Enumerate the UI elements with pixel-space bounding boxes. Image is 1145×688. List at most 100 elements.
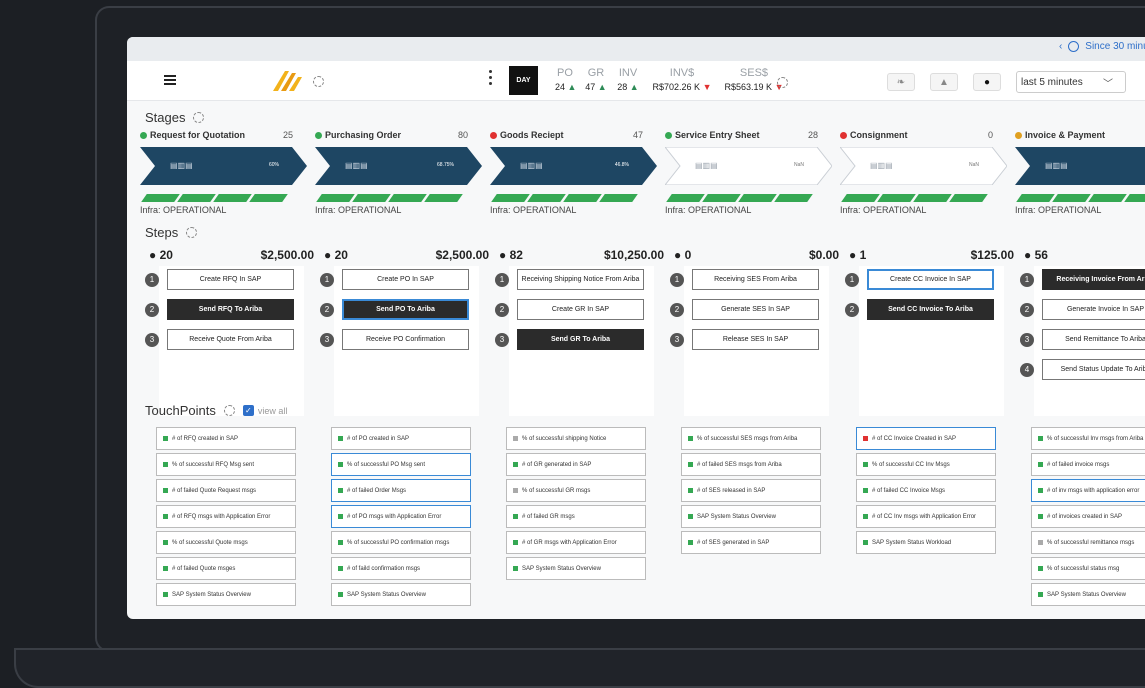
touchpoint-item[interactable]: # of inv msgs with application error (1031, 479, 1145, 502)
touchpoint-item[interactable]: # of PO created in SAP (331, 427, 471, 450)
status-square (688, 462, 693, 467)
kpi-settings-gear-icon[interactable] (777, 77, 788, 88)
step-button[interactable]: Send Status Update To Ariba (1042, 359, 1145, 380)
leaf-filter-button[interactable]: ❧ (887, 73, 915, 91)
status-square (338, 592, 343, 597)
stage-card[interactable]: Consignment 0 ▤▥▤ NaN Infra: OPERATIONAL (840, 130, 1007, 215)
touchpoint-item[interactable]: # of failed Order Msgs (331, 479, 471, 502)
steps-column: ● 20 $2,500.00 1 Create PO In SAP 2 Send PO T… (320, 248, 489, 416)
step-button[interactable]: Create RFQ In SAP (167, 269, 294, 290)
touchpoint-item[interactable]: SAP System Status Overview (681, 505, 821, 528)
touchpoint-item[interactable]: # of PO msgs with Application Error (331, 505, 471, 528)
step-button[interactable]: Receive PO Confirmation (342, 329, 469, 350)
touchpoint-item[interactable]: # of failed GR msgs (506, 505, 646, 528)
trend-up-icon: ▲ (567, 82, 577, 92)
touchpoint-item[interactable]: % of successful GR msgs (506, 479, 646, 502)
drop-icon: ● (149, 248, 157, 262)
touchpoint-item[interactable]: # of GR generated in SAP (506, 453, 646, 476)
step-button[interactable]: Receiving SES From Ariba (692, 269, 819, 290)
touchpoint-item[interactable]: SAP System Status Overview (331, 583, 471, 606)
step-number: 1 (495, 272, 509, 287)
step-button[interactable]: Create PO In SAP (342, 269, 469, 290)
touchpoint-item[interactable]: # of SES released in SAP (681, 479, 821, 502)
touchpoint-item[interactable]: # of SES generated in SAP (681, 531, 821, 554)
touchpoint-item[interactable]: % of successful PO Msg sent (331, 453, 471, 476)
touchpoint-item[interactable]: % of successful PO confirmation msgs (331, 531, 471, 554)
day-toggle-button[interactable]: DAY (509, 66, 538, 95)
touchpoint-item[interactable]: % of successful SES msgs from Ariba (681, 427, 821, 450)
step-button[interactable]: Receive Quote From Ariba (167, 329, 294, 350)
steps-column: ● 20 $2,500.00 1 Create RFQ In SAP 2 Send RFQ… (145, 248, 314, 416)
stage-chevron[interactable]: ▤▥▤ 68.75% (315, 147, 482, 185)
status-square (513, 436, 518, 441)
status-square (163, 540, 168, 545)
view-all-checkbox[interactable]: ✓ view all (242, 405, 287, 416)
touchpoint-item[interactable]: % of successful Inv msgs from Ariba (1031, 427, 1145, 450)
step-button[interactable]: Send RFQ To Ariba (167, 299, 294, 320)
touchpoint-item[interactable]: SAP System Status Workload (856, 531, 996, 554)
checkmark-icon: ✓ (242, 405, 254, 416)
hamburger-icon[interactable] (164, 75, 176, 85)
touchpoint-item[interactable]: % of successful CC Inv Msgs (856, 453, 996, 476)
steps-settings-gear-icon[interactable] (186, 227, 198, 238)
touchpoint-item[interactable]: # of CC Invoice Created in SAP (856, 427, 996, 450)
stage-chevron[interactable]: ▤▥▤ NaN (840, 147, 1007, 185)
touchpoint-item[interactable]: SAP System Status Overview (506, 557, 646, 580)
touchpoints-column: # of PO created in SAP % of successful PO… (331, 427, 471, 609)
drop-filter-button[interactable]: ● (973, 73, 1001, 91)
step-button[interactable]: Generate SES In SAP (692, 299, 819, 320)
logo-settings-gear-icon[interactable] (313, 76, 324, 87)
step-button[interactable]: Create GR In SAP (517, 299, 644, 320)
stage-chevron[interactable]: ▤▥▤ (1015, 147, 1145, 185)
touchpoint-item[interactable]: # of failed CC Invoice Msgs (856, 479, 996, 502)
stage-chevron[interactable]: ▤▥▤ NaN (665, 147, 832, 185)
touchpoint-item[interactable]: % of successful remittance msgs (1031, 531, 1145, 554)
touchpoint-item[interactable]: % of successful status msg (1031, 557, 1145, 580)
touchpoint-item[interactable]: # of failed Quote Request msgs (156, 479, 296, 502)
step-number: 1 (145, 272, 159, 287)
kebab-menu-icon[interactable] (489, 70, 492, 88)
touchpoint-item[interactable]: # of failed SES msgs from Ariba (681, 453, 821, 476)
stage-card[interactable]: Request for Quotation 25 ▤▥▤ 60% Infra: OPER… (140, 130, 307, 215)
touchpoint-item[interactable]: % of successful Quote msgs (156, 531, 296, 554)
step-button[interactable]: Send PO To Ariba (342, 299, 469, 320)
touchpoint-item[interactable]: # of failed Quote msges (156, 557, 296, 580)
status-square (688, 436, 693, 441)
network-icon: ▤▥▤ (1045, 161, 1068, 170)
touchpoint-item[interactable]: # of CC Inv msgs with Application Error (856, 505, 996, 528)
step-button[interactable]: Send GR To Ariba (517, 329, 644, 350)
step-button[interactable]: Release SES In SAP (692, 329, 819, 350)
touchpoint-item[interactable]: % of successful shipping Notice (506, 427, 646, 450)
touchpoint-item[interactable]: # of RFQ msgs with Application Error (156, 505, 296, 528)
stage-card[interactable]: Goods Reciept 47 ▤▥▤ 46.8% Infra: OPERATIONA… (490, 130, 657, 215)
step-button[interactable]: Create CC Invoice In SAP (867, 269, 994, 290)
touchpoints-settings-gear-icon[interactable] (223, 405, 235, 416)
stage-chevron[interactable]: ▤▥▤ 60% (140, 147, 307, 185)
step-button[interactable]: Send CC Invoice To Ariba (867, 299, 994, 320)
touchpoint-item[interactable]: # of invoices created in SAP (1031, 505, 1145, 528)
health-bar (1015, 194, 1145, 202)
touchpoint-item[interactable]: # of RFQ created in SAP (156, 427, 296, 450)
stages-settings-gear-icon[interactable] (193, 112, 205, 123)
since-filter[interactable]: ‹ Since 30 minute (1059, 41, 1145, 52)
stage-card[interactable]: Service Entry Sheet 28 ▤▥▤ NaN Infra: OPERAT… (665, 130, 832, 215)
step-button[interactable]: Receiving Invoice From Ariba (1042, 269, 1145, 290)
touchpoint-item[interactable]: SAP System Status Overview (1031, 583, 1145, 606)
touchpoint-item[interactable]: SAP System Status Overview (156, 583, 296, 606)
stage-chevron[interactable]: ▤▥▤ 46.8% (490, 147, 657, 185)
touchpoint-item[interactable]: # of faild confirmation msgs (331, 557, 471, 580)
stage-card[interactable]: Purchasing Order 80 ▤▥▤ 68.75% Infra: OPERAT… (315, 130, 482, 215)
flame-filter-button[interactable]: ▲ (930, 73, 958, 91)
stage-card[interactable]: Invoice & Payment ▤▥▤ Infra: OPERATIONAL (1015, 130, 1145, 215)
step-button[interactable]: Receiving Shipping Notice From Ariba (517, 269, 644, 290)
touchpoint-item[interactable]: % of successful RFQ Msg sent (156, 453, 296, 476)
touchpoint-item[interactable]: # of failed invoice msgs (1031, 453, 1145, 476)
trend-down-icon: ▼ (702, 82, 712, 92)
steps-amount: $10,250.00 (603, 248, 664, 262)
step-button[interactable]: Generate Invoice In SAP (1042, 299, 1145, 320)
chevron-left-icon[interactable]: ‹ (1059, 41, 1062, 52)
touchpoint-item[interactable]: # of GR msgs with Application Error (506, 531, 646, 554)
step-button[interactable]: Send Remittance To Ariba (1042, 329, 1145, 350)
time-range-select[interactable]: last 5 minutes ﹀ (1016, 71, 1126, 93)
step-item: 2 Send RFQ To Ariba (145, 299, 294, 320)
